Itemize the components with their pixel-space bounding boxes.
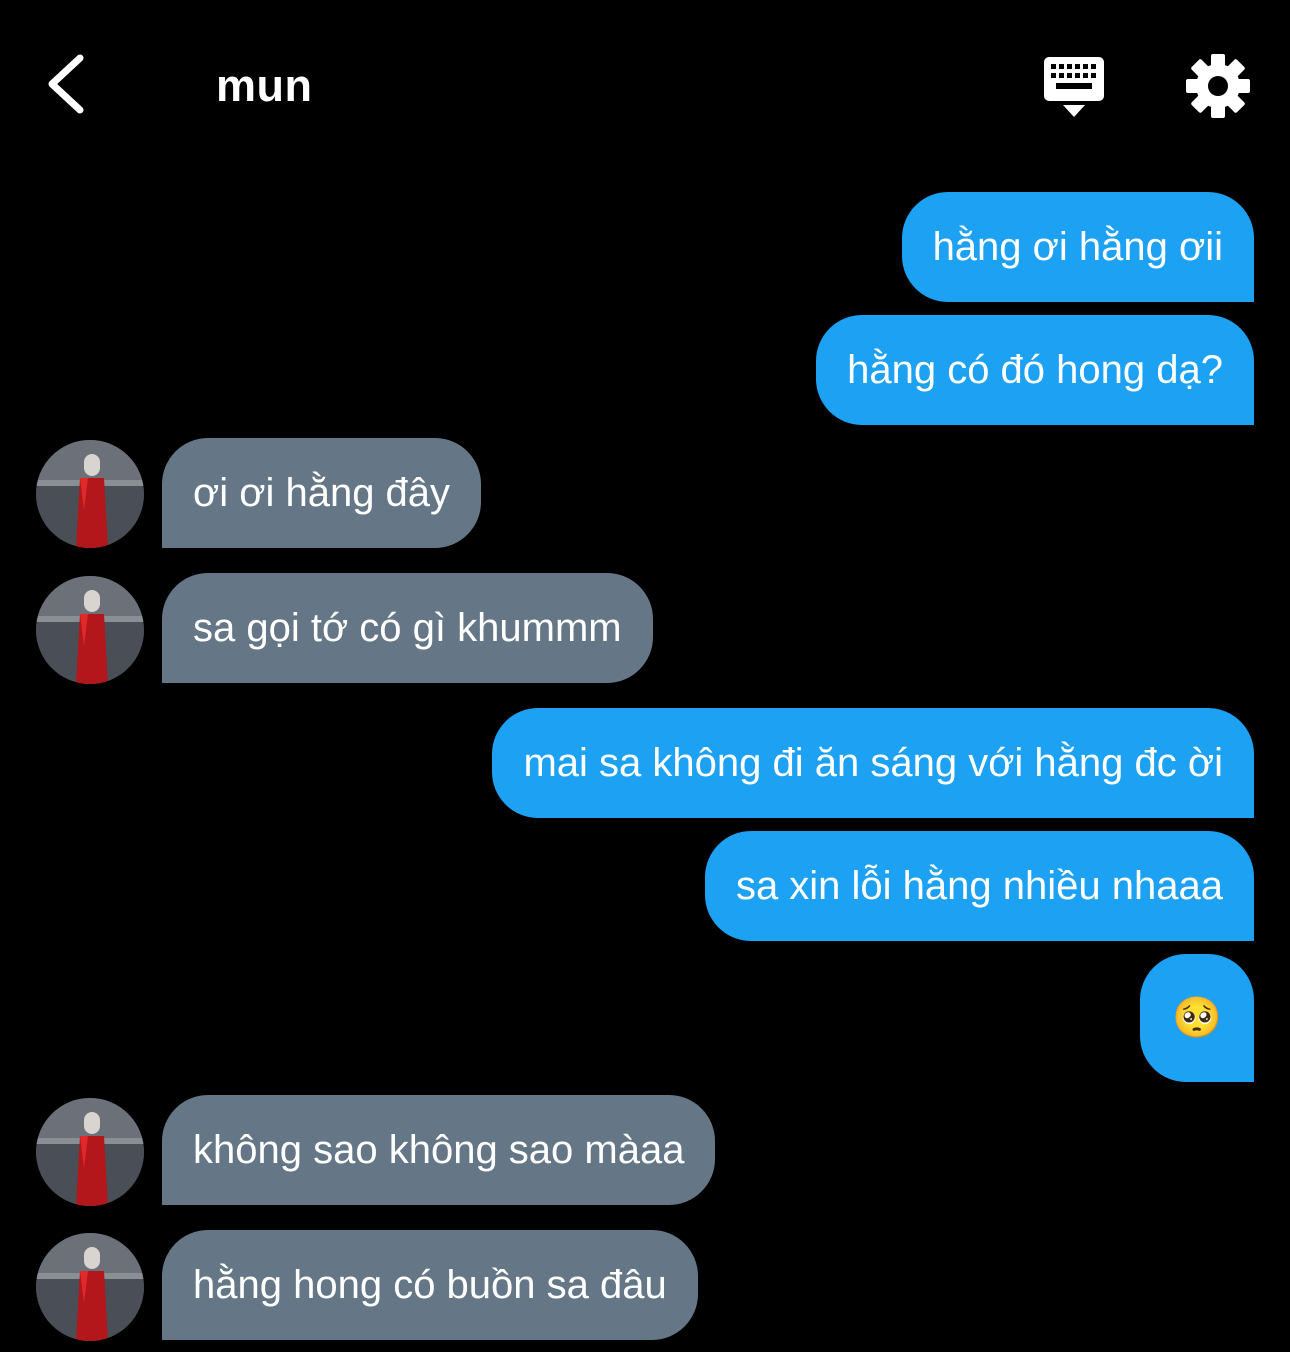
incoming-message-bubble[interactable]: không sao không sao màaa (162, 1095, 716, 1205)
outgoing-message-bubble[interactable]: hằng ơi hằng ơii (901, 192, 1254, 302)
outgoing-emoji-bubble[interactable]: 🥺 (1140, 954, 1254, 1082)
settings-button[interactable] (1182, 50, 1254, 122)
keyboard-toggle-button[interactable] (1036, 52, 1112, 122)
avatar[interactable] (36, 1098, 144, 1206)
incoming-message-bubble[interactable]: hằng hong có buồn sa đâu (162, 1230, 698, 1340)
conversation-title[interactable]: mun (216, 56, 313, 116)
back-button[interactable] (36, 46, 106, 122)
incoming-message-bubble[interactable]: ơi ơi hằng đây (162, 438, 482, 548)
chevron-left-icon (48, 54, 84, 114)
incoming-message-bubble[interactable]: sa gọi tớ có gì khummm (162, 573, 653, 683)
avatar[interactable] (36, 1233, 144, 1341)
keyboard-icon (1044, 57, 1104, 117)
outgoing-message-bubble[interactable]: sa xin lỗi hằng nhiều nhaaa (704, 831, 1254, 941)
avatar[interactable] (36, 576, 144, 684)
chat-screen: mun hằng ơi hằng ơii hằng có đó hong dạ?… (0, 0, 1290, 1352)
outgoing-message-bubble[interactable]: hằng có đó hong dạ? (816, 315, 1254, 425)
gear-icon (1186, 54, 1250, 118)
conversation-header: mun (0, 0, 1290, 170)
avatar[interactable] (36, 440, 144, 548)
outgoing-message-bubble[interactable]: mai sa không đi ăn sáng với hằng đc ời (492, 708, 1254, 818)
